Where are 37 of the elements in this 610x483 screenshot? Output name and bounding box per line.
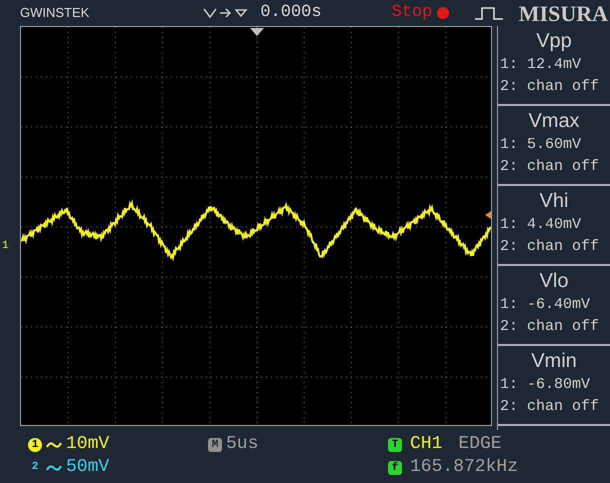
trigger-type: EDGE <box>458 433 502 456</box>
trigger-source: CH1 <box>410 433 442 456</box>
measurement-value: 1: -6.80mV <box>499 375 590 395</box>
measurement-value: 1: -6.40mV <box>499 295 590 315</box>
trigger-position-icon <box>250 28 264 36</box>
measurement-name: Vhi <box>540 189 568 214</box>
channel-marker: 1 <box>2 239 9 254</box>
measurement-name: Vmin <box>531 349 577 374</box>
brand-logo: GWINSTEK <box>20 4 90 22</box>
measurement-value: 2: chan off <box>499 317 600 337</box>
frequency-badge: f <box>388 460 402 474</box>
trigger-delay: 0.000s <box>260 2 322 24</box>
trigger-badge: T <box>388 438 402 452</box>
measurement-value: 2: chan off <box>499 397 600 417</box>
pulse-icon <box>474 5 504 21</box>
channel-scale: 10mV <box>66 433 110 456</box>
timebase-badge: M <box>208 438 222 452</box>
trigger-level-icon <box>485 210 492 220</box>
measurement-value: 2: chan off <box>499 237 600 257</box>
stop-indicator-icon <box>436 6 450 20</box>
measurement-value: 2: chan off <box>499 157 600 177</box>
timebase: 5us <box>226 433 258 456</box>
ac-coupling-icon <box>46 464 62 472</box>
channel-badge: 1 <box>28 438 42 452</box>
channel-number: 2 <box>30 460 40 475</box>
run-state: Stop <box>392 2 432 24</box>
measurement-name: Vpp <box>536 29 572 54</box>
measurement-value: 1: 12.4mV <box>499 55 582 75</box>
ac-coupling-icon <box>46 440 62 448</box>
page-title: MISURA <box>518 0 608 28</box>
frequency: 165.872kHz <box>410 456 518 479</box>
measurement-value: 2: chan off <box>499 77 600 97</box>
measurement-value: 1: 5.60mV <box>499 135 582 155</box>
measurement-name: Vmax <box>528 109 580 134</box>
channel-scale: 50mV <box>66 456 110 479</box>
measurement-name: Vlo <box>540 269 568 294</box>
measurement-value: 1: 4.40mV <box>499 215 582 235</box>
